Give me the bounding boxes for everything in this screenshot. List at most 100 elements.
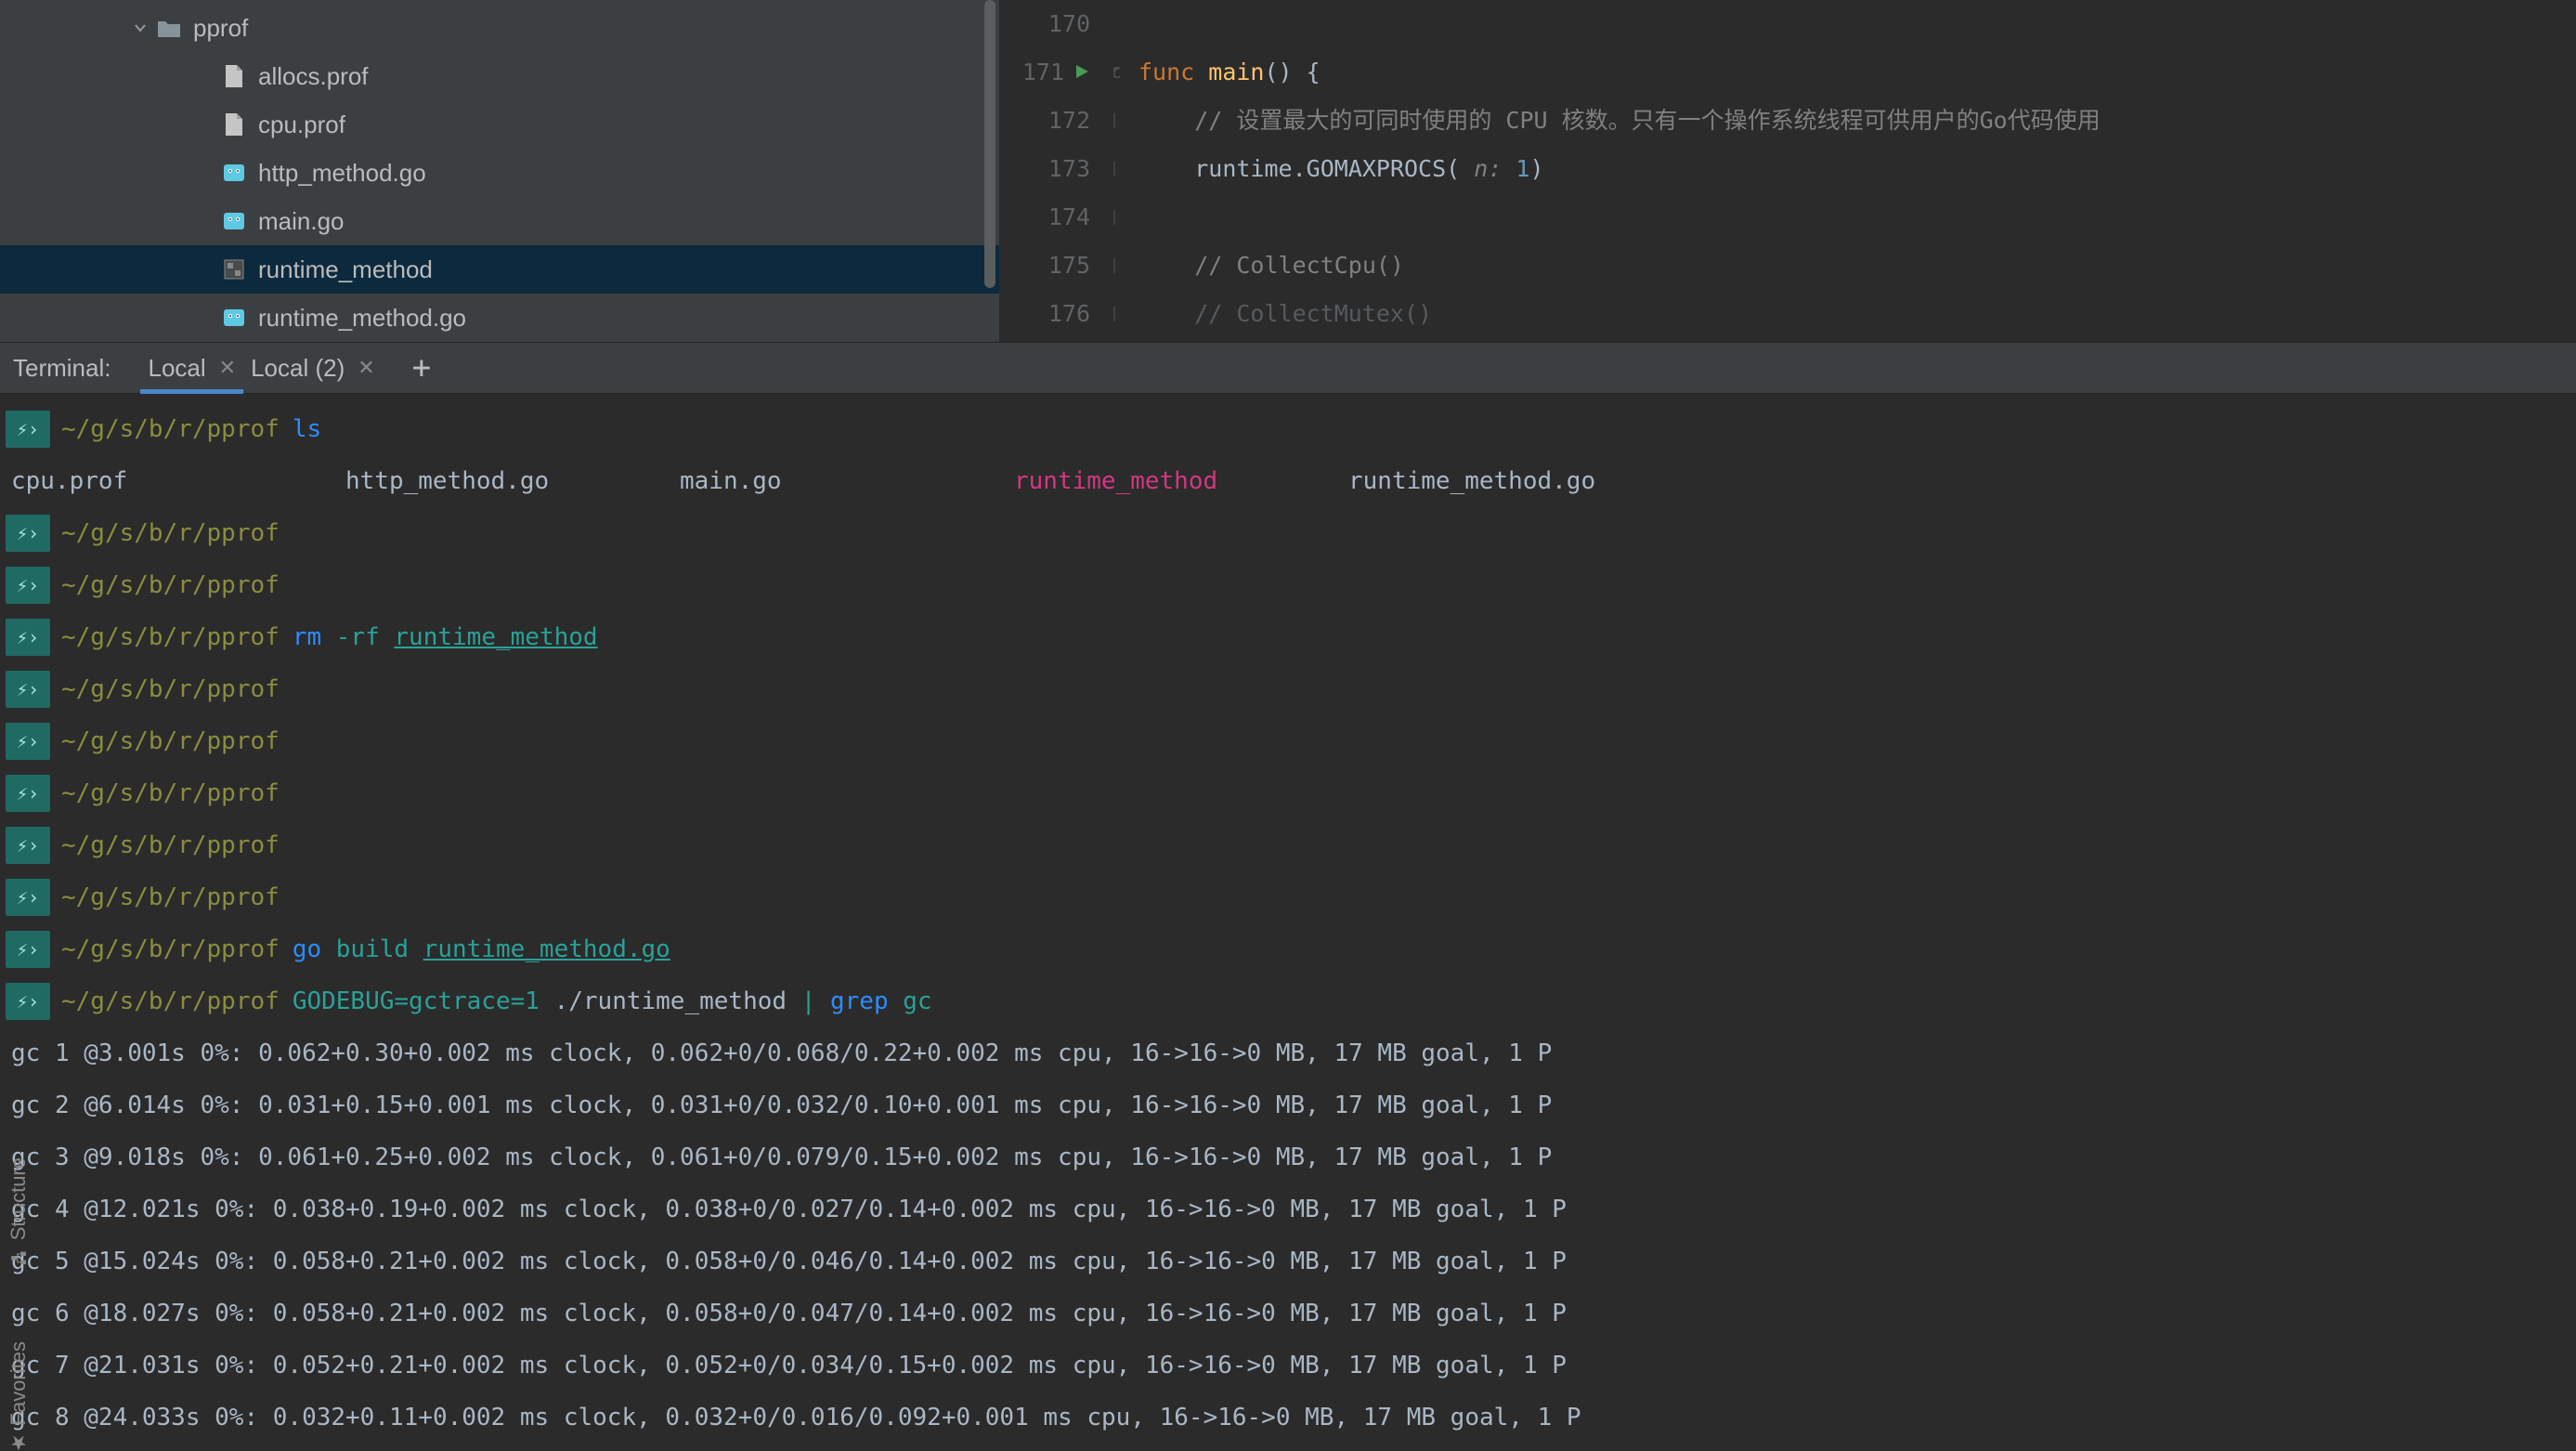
terminal-line: ⚡› ~/g/s/b/r/pprof [0, 871, 2576, 923]
terminal-line: cpu.profhttp_method.gomain.goruntime_met… [0, 455, 2576, 507]
terminal-line: ⚡›~/g/s/b/r/pprofgo build runtime_method… [0, 923, 2576, 975]
file-icon [221, 111, 247, 137]
star-icon [0, 1434, 45, 1451]
terminal-output-line: gc 7 @21.031s 0%: 0.052+0.21+0.002 ms cl… [0, 1340, 2576, 1392]
chevron-down-icon[interactable] [130, 18, 150, 38]
prompt-icon: ⚡› [6, 775, 50, 812]
tree-item-cpu-prof[interactable]: cpu.prof [0, 100, 999, 149]
terminal-output-line: gc 8 @24.033s 0%: 0.032+0.11+0.002 ms cl… [0, 1392, 2576, 1444]
terminal-title: Terminal: [13, 354, 111, 383]
prompt-path: ~/g/s/b/r/pprof [61, 715, 280, 767]
terminal-tab-label: Local [148, 354, 205, 383]
code-line[interactable] [1138, 193, 2576, 242]
code-line[interactable]: // CollectCpu() [1138, 242, 2576, 290]
line-number: 173 [1048, 145, 1090, 193]
editor-gutter[interactable]: 170171172173174175176 [999, 0, 1101, 342]
tree-item-label: cpu.prof [258, 111, 345, 139]
sidebar-scrollbar-thumb[interactable] [984, 0, 995, 288]
terminal-tab-1[interactable]: Local (2) ✕ [243, 343, 383, 393]
run-gutter-icon[interactable] [1073, 48, 1090, 97]
gutter-line[interactable]: 174 [999, 193, 1101, 242]
sidebar-scrollbar[interactable] [984, 0, 995, 325]
terminal-tab-label: Local (2) [251, 354, 345, 383]
go-icon [221, 208, 247, 234]
prompt-path: ~/g/s/b/r/pprof [61, 611, 280, 663]
terminal-output-line: gc 2 @6.014s 0%: 0.031+0.15+0.001 ms clo… [0, 1079, 2576, 1131]
prompt-icon: ⚡› [6, 411, 50, 448]
tree-item-main-go[interactable]: main.go [0, 197, 999, 245]
tree-item-allocs-prof[interactable]: allocs.prof [0, 52, 999, 100]
project-tree[interactable]: pprof allocs.prof cpu.prof http_method.goma… [0, 0, 999, 342]
code-line[interactable]: func main() { [1138, 48, 2576, 97]
terminal-line: ⚡› ~/g/s/b/r/pprof [0, 715, 2576, 767]
editor-code-area[interactable]: func main() { // 设置最大的可同时使用的 CPU 核数。只有一个… [1135, 0, 2576, 342]
terminal-line: ⚡› ~/g/s/b/r/pprof [0, 663, 2576, 715]
prompt-path: ~/g/s/b/r/pprof [61, 663, 280, 715]
prompt-path: ~/g/s/b/r/pprof [61, 975, 280, 1027]
terminal-line: ⚡› ~/g/s/b/r/pprof [0, 767, 2576, 819]
gutter-line[interactable]: 170 [999, 0, 1101, 48]
file-icon [221, 63, 247, 89]
code-editor[interactable]: 170171172173174175176 func main() { // 设… [999, 0, 2576, 342]
code-line[interactable]: // 设置最大的可同时使用的 CPU 核数。只有一个操作系统线程可供用户的Go代… [1138, 97, 2576, 145]
tree-item-label: runtime_method.go [258, 304, 466, 333]
gutter-line[interactable]: 171 [999, 48, 1101, 97]
tree-item-label: http_method.go [258, 159, 426, 188]
structure-icon [0, 1250, 45, 1267]
prompt-path: ~/g/s/b/r/pprof [61, 767, 280, 819]
code-line[interactable]: runtime.GOMAXPROCS( n: 1) [1138, 145, 2576, 193]
terminal-output-line: gc 1 @3.001s 0%: 0.062+0.30+0.002 ms clo… [0, 1027, 2576, 1079]
prompt-path: ~/g/s/b/r/pprof [61, 507, 280, 559]
terminal-line: ⚡›~/g/s/b/r/pprofGODEBUG=gctrace=1 ./run… [0, 975, 2576, 1027]
tool-structure-button[interactable]: Structure [0, 1157, 45, 1266]
gutter-line[interactable]: 175 [999, 242, 1101, 290]
prompt-icon: ⚡› [6, 671, 50, 708]
fold-marker[interactable] [1101, 48, 1135, 97]
folder-open-icon [156, 15, 182, 41]
code-line[interactable] [1138, 0, 2576, 48]
close-icon[interactable]: ✕ [358, 356, 374, 380]
prompt-path: ~/g/s/b/r/pprof [61, 559, 280, 611]
gutter-line[interactable]: 172 [999, 97, 1101, 145]
bin-icon [221, 256, 247, 282]
editor-fold-column[interactable] [1101, 0, 1135, 342]
prompt-path: ~/g/s/b/r/pprof [61, 403, 280, 455]
terminal-output-line: gc 4 @12.021s 0%: 0.038+0.19+0.002 ms cl… [0, 1183, 2576, 1235]
tree-item-label: allocs.prof [258, 62, 369, 91]
gutter-line[interactable]: 173 [999, 145, 1101, 193]
tree-item-pprof[interactable]: pprof [0, 4, 999, 52]
go-icon [221, 160, 247, 186]
left-tool-strip: Structure Favorites [0, 1117, 37, 1451]
close-icon[interactable]: ✕ [219, 356, 236, 380]
terminal-command: GODEBUG=gctrace=1 ./runtime_method | gre… [293, 975, 932, 1027]
prompt-icon: ⚡› [6, 619, 50, 656]
code-line[interactable]: // CollectMutex() [1138, 290, 2576, 338]
prompt-icon: ⚡› [6, 879, 50, 916]
terminal-output-line: cpu.profhttp_method.gomain.goruntime_met… [0, 455, 1683, 507]
tool-favorites-button[interactable]: Favorites [0, 1341, 45, 1451]
fold-marker [1101, 242, 1135, 290]
terminal-tab-0[interactable]: Local ✕ [140, 343, 243, 393]
terminal-command: rm -rf runtime_method [293, 611, 598, 663]
prompt-icon: ⚡› [6, 723, 50, 760]
tree-item-runtime-method[interactable]: runtime_method [0, 245, 999, 294]
terminal-output-line: gc 5 @15.024s 0%: 0.058+0.21+0.002 ms cl… [0, 1235, 2576, 1288]
prompt-icon: ⚡› [6, 567, 50, 604]
prompt-icon: ⚡› [6, 515, 50, 552]
terminal-body[interactable]: ⚡›~/g/s/b/r/pproflscpu.profhttp_method.g… [0, 394, 2576, 1451]
prompt-path: ~/g/s/b/r/pprof [61, 871, 280, 923]
tree-item-http-method-go[interactable]: http_method.go [0, 149, 999, 197]
prompt-icon: ⚡› [6, 931, 50, 968]
tree-item-label: runtime_method [258, 255, 433, 284]
tree-item-runtime-method-go[interactable]: runtime_method.go [0, 294, 999, 342]
go-icon [221, 305, 247, 331]
terminal-add-tab-button[interactable]: + [399, 349, 444, 386]
tree-item-label: pprof [193, 14, 248, 43]
tool-structure-label: Structure [0, 1157, 45, 1240]
terminal-line: ⚡› ~/g/s/b/r/pprof [0, 559, 2576, 611]
tool-favorites-label: Favorites [0, 1341, 45, 1425]
terminal-line: ⚡› ~/g/s/b/r/pprof [0, 507, 2576, 559]
line-number: 175 [1048, 242, 1090, 290]
gutter-line[interactable]: 176 [999, 290, 1101, 338]
terminal-line: ⚡› ~/g/s/b/r/pprofrm -rf runtime_method [0, 611, 2576, 663]
